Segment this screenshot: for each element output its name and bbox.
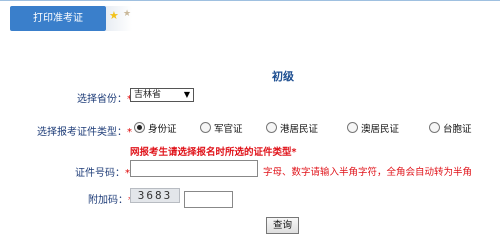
idtype-label: 选择报考证件类型：* — [37, 127, 132, 138]
captcha-image[interactable]: 3683 — [130, 188, 180, 203]
idnum-input[interactable] — [130, 160, 258, 177]
radio-option-macau-resident[interactable]: 澳居民证 — [347, 121, 399, 135]
radio-button[interactable] — [200, 122, 211, 133]
province-select[interactable]: 吉林省 ▼ — [130, 88, 194, 102]
idnum-hint: 字母、数字请输入半角字符，全角会自动转为半角 — [263, 167, 473, 178]
dropdown-arrow-icon: ▼ — [183, 90, 190, 99]
idnum-label: 证件号码：* — [75, 168, 130, 179]
radio-button[interactable] — [266, 122, 277, 133]
radio-option-id-card[interactable]: 身份证 — [134, 121, 177, 135]
captcha-label: 附加码：* — [88, 195, 133, 206]
province-label: 选择省份：* — [77, 94, 132, 105]
star-icon: ★ — [123, 9, 132, 19]
star-icon: ★ — [109, 9, 119, 22]
captcha-input[interactable] — [184, 191, 233, 208]
level-heading: 初级 — [272, 70, 294, 83]
radio-button[interactable] — [429, 122, 440, 133]
radio-option-hk-resident[interactable]: 港居民证 — [266, 121, 318, 135]
tab-print-admission-ticket[interactable]: 打印准考证 — [10, 6, 106, 31]
radio-option-officer-card[interactable]: 军官证 — [200, 121, 243, 135]
query-button[interactable]: 查询 — [266, 217, 299, 234]
radio-option-taiwan-compatriot[interactable]: 台胞证 — [429, 121, 472, 135]
idtype-warning: 网报考生请选择报名时所选的证件类型* — [130, 147, 297, 158]
radio-button-checked[interactable] — [134, 122, 145, 133]
top-border — [0, 0, 500, 1]
radio-button[interactable] — [347, 122, 358, 133]
